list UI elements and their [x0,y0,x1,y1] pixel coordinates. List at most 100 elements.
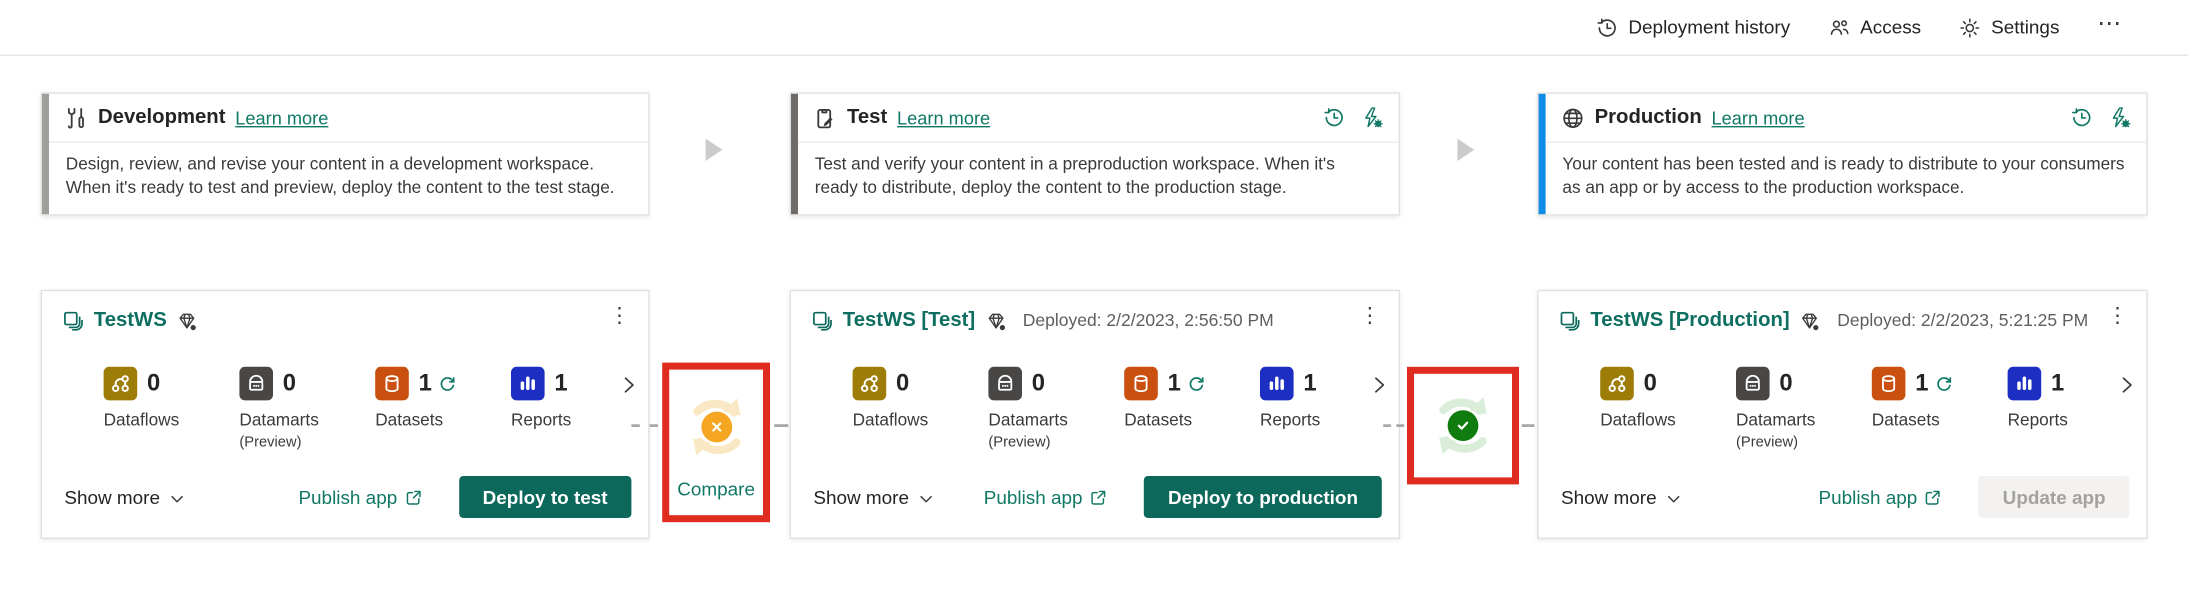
publish-app-link[interactable]: Publish app [298,487,422,508]
workspace-card-development: TestWS ⋮ 0 Dataflows 0 Datamarts (Previe… [41,290,650,539]
dataflows-count: 0 [147,370,160,398]
workspace-stack-icon [1558,309,1580,331]
stat-dataflows: 0 Dataflows [853,367,989,451]
stage-title-production: Production [1595,106,1702,128]
more-options-kebab-icon[interactable]: ⋮ [2107,305,2128,328]
deployment-settings-icon[interactable] [1361,106,1383,128]
chevron-right-icon[interactable] [2117,375,2137,395]
tools-icon [64,106,88,130]
more-options-kebab-icon[interactable]: ⋮ [609,305,630,328]
workspace-stack-icon [62,309,84,331]
datasets-count: 1 [1168,370,1181,398]
workspace-title[interactable]: TestWS [Test] [843,309,975,331]
publish-app-link[interactable]: Publish app [984,487,1108,508]
connector-dash [1383,424,1404,427]
access-label: Access [1860,17,1921,38]
check-icon [1456,419,1470,433]
stage-card-production: Production Learn more Your content has b… [1537,92,2147,215]
premium-diamond-icon [177,310,198,331]
clipboard-pencil-icon [813,106,837,130]
stage-description: Your content has been tested and is read… [1546,143,2147,201]
deploy-to-test-button[interactable]: Deploy to test [459,476,632,518]
external-link-icon [404,488,422,506]
show-more-button[interactable]: Show more [1561,487,1682,508]
datamarts-count: 0 [1779,370,1792,398]
more-options-kebab-icon[interactable]: ⋮ [1359,305,1380,328]
learn-more-link[interactable]: Learn more [897,107,990,128]
datamarts-count: 0 [1032,370,1045,398]
dataflows-count: 0 [1644,370,1657,398]
more-options-icon[interactable]: ⋯ [2097,11,2121,43]
update-app-button[interactable]: Update app [1979,476,2130,518]
show-more-button[interactable]: Show more [813,487,934,508]
datamarts-count: 0 [283,370,296,398]
premium-diamond-icon [1799,310,1820,331]
compare-link[interactable]: Compare [677,479,755,500]
chevron-right-icon[interactable] [1369,375,1389,395]
gear-icon [1959,16,1981,38]
report-icon [1260,367,1294,401]
connector-dash [1522,424,1535,427]
x-icon [709,420,723,434]
stat-datamarts: 0 Datamarts (Preview) [239,367,375,451]
stage-description: Test and verify your content in a prepro… [798,143,1399,201]
refresh-history-icon[interactable] [1323,106,1345,128]
external-link-icon [1090,488,1108,506]
access-button[interactable]: Access [1828,16,1921,38]
stat-datasets: 1 Datasets [1872,367,2008,451]
datasets-count: 1 [1915,370,1928,398]
dataset-icon [1124,367,1158,401]
difference-badge [701,412,732,443]
stat-datasets: 1 Datasets [1124,367,1260,451]
workspace-title[interactable]: TestWS [94,309,167,331]
stage-card-development: Development Learn more Design, review, a… [41,92,650,215]
dataflow-icon [1600,367,1634,401]
external-link-icon [1924,488,1942,506]
refresh-icon[interactable] [1188,375,1206,393]
reports-count: 1 [2051,370,2064,398]
premium-diamond-icon [985,310,1006,331]
workspace-stats: 0 Dataflows 0 Datamarts (Preview) 1 Data… [104,367,647,451]
report-icon [2008,367,2042,401]
reports-count: 1 [1303,370,1316,398]
development-accent-bar [42,94,49,214]
sync-check-icon[interactable] [1424,386,1502,464]
dataflows-count: 0 [896,370,909,398]
refresh-history-icon[interactable] [2071,106,2093,128]
stat-datamarts: 0 Datamarts (Preview) [988,367,1124,451]
deploy-to-production-button[interactable]: Deploy to production [1144,476,1382,518]
show-more-button[interactable]: Show more [64,487,185,508]
workspace-stats: 0 Dataflows 0 Datamarts (Preview) 1 Data… [853,367,1396,451]
in-sync-badge [1448,410,1479,441]
refresh-icon[interactable] [439,375,457,393]
refresh-icon[interactable] [1935,375,1953,393]
chevron-right-icon[interactable] [619,375,639,395]
workspace-title[interactable]: TestWS [Production] [1590,309,1789,331]
stage-title-development: Development [98,106,225,128]
publish-app-link[interactable]: Publish app [1818,487,1942,508]
globe-icon [1561,106,1585,130]
sync-compare-icon[interactable] [677,388,755,466]
workspace-stats: 0 Dataflows 0 Datamarts (Preview) 1 Data… [1600,367,2143,451]
dataflow-icon [853,367,887,401]
history-icon [1596,16,1618,38]
learn-more-link[interactable]: Learn more [1712,107,1805,128]
connector-dash [631,424,658,427]
dataset-icon [375,367,409,401]
settings-button[interactable]: Settings [1959,16,2059,38]
deployment-history-button[interactable]: Deployment history [1596,16,1790,38]
dataflow-icon [104,367,138,401]
connector-dash [774,424,788,427]
deployment-history-label: Deployment history [1628,17,1790,38]
reports-count: 1 [554,370,567,398]
settings-label: Settings [1991,17,2059,38]
chevron-down-icon [919,491,934,506]
stage-title-test: Test [847,106,887,128]
production-accent-bar [1539,94,1546,214]
toolbar: Deployment history Access Settings ⋯ [0,0,2188,56]
chevron-down-icon [1666,491,1681,506]
workspace-stack-icon [811,309,833,331]
stage-card-test: Test Learn more Test and verify your con… [790,92,1400,215]
deployment-settings-icon[interactable] [2108,106,2130,128]
learn-more-link[interactable]: Learn more [235,107,328,128]
